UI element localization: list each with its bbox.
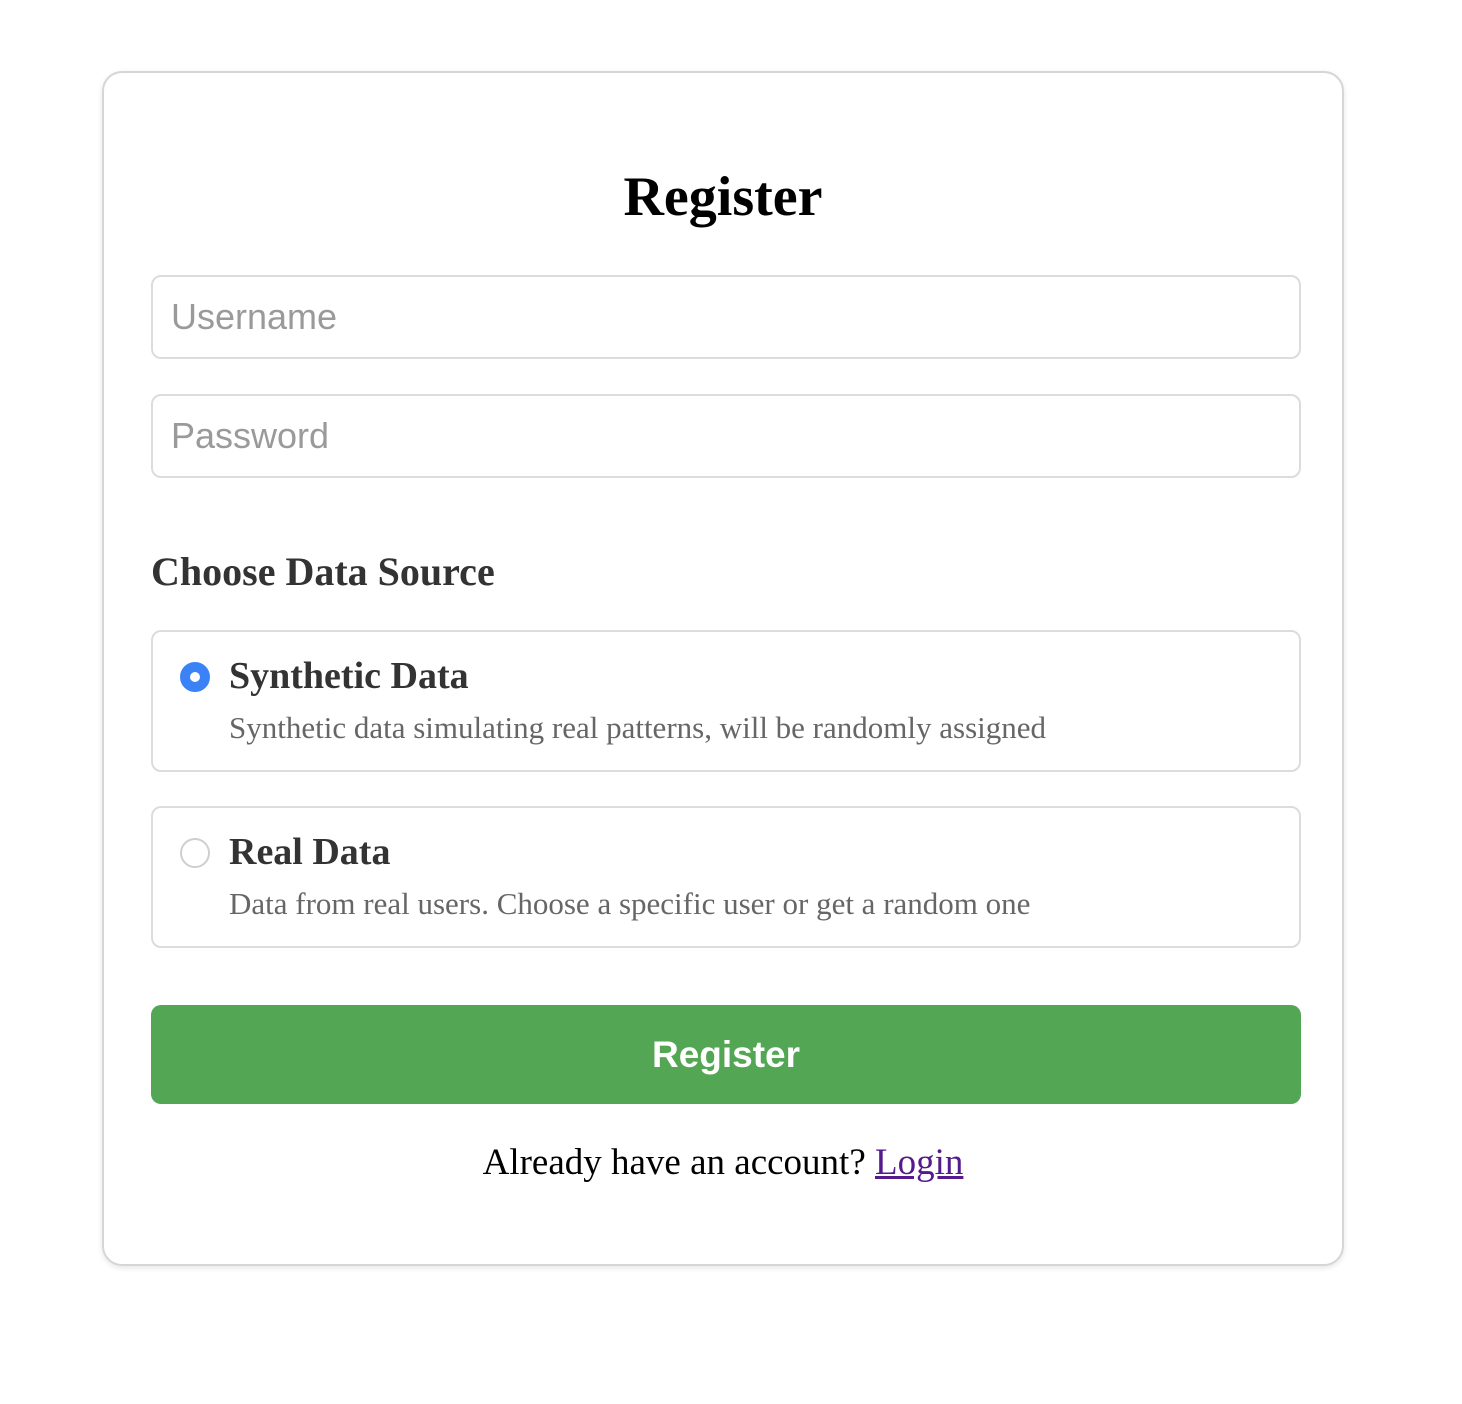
real-data-option[interactable]: Real Data Data from real users. Choose a… [151, 806, 1301, 948]
real-data-description: Data from real users. Choose a specific … [229, 886, 1031, 921]
login-link[interactable]: Login [875, 1142, 963, 1183]
password-input[interactable] [151, 394, 1301, 478]
page-title: Register [623, 166, 823, 228]
synthetic-data-description: Synthetic data simulating real patterns,… [229, 710, 1047, 745]
register-card: Register Choose Data Source Synthetic Da… [102, 71, 1344, 1266]
real-data-label: Real Data [229, 831, 391, 873]
synthetic-data-radio[interactable] [180, 662, 210, 692]
login-prompt: Already have an account? Login [104, 1141, 1342, 1185]
register-button[interactable]: Register [151, 1005, 1301, 1104]
username-input[interactable] [151, 275, 1301, 359]
synthetic-data-label: Synthetic Data [229, 655, 469, 697]
synthetic-data-option[interactable]: Synthetic Data Synthetic data simulating… [151, 630, 1301, 772]
data-source-heading: Choose Data Source [151, 549, 495, 594]
login-prompt-text: Already have an account? [482, 1142, 866, 1183]
real-data-radio[interactable] [180, 838, 210, 868]
